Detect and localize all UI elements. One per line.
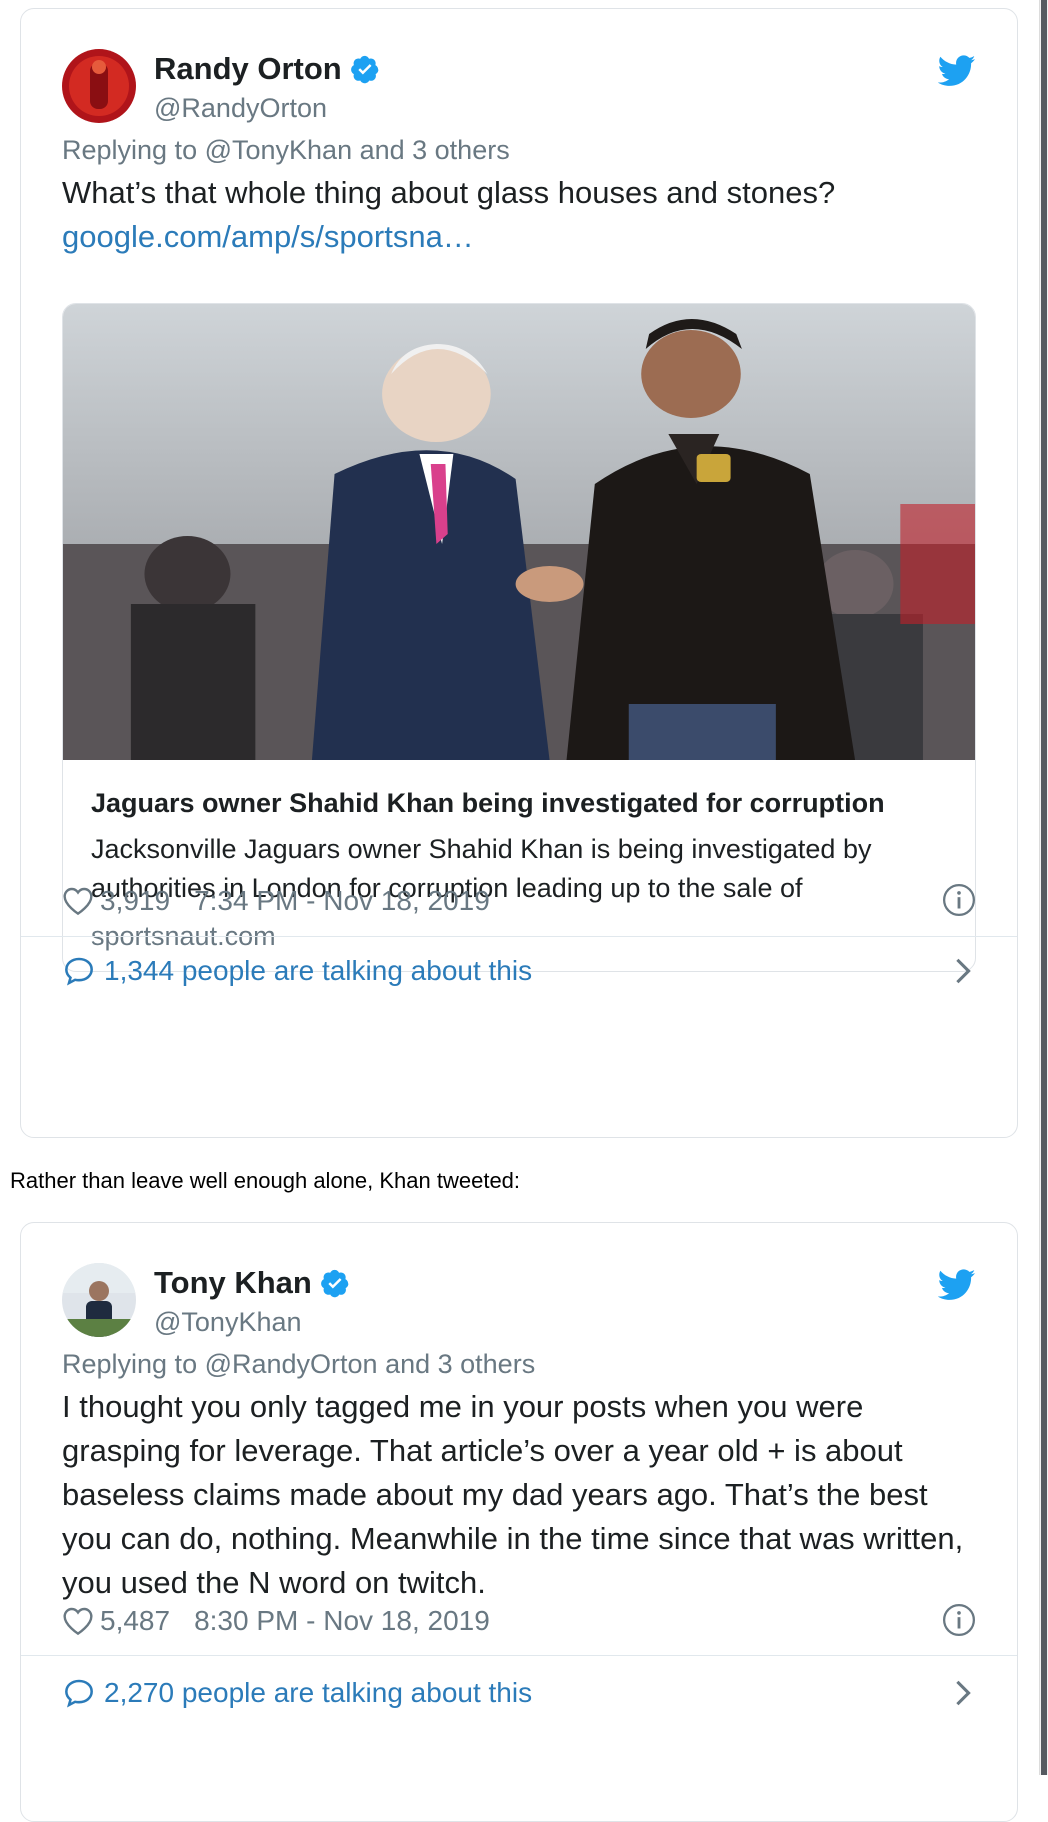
display-name[interactable]: Tony Khan	[154, 1265, 312, 1301]
heart-icon[interactable]	[62, 1606, 94, 1636]
like-count[interactable]: 5,487	[100, 1605, 170, 1637]
conversation-link[interactable]: 2,270 people are talking about this	[62, 1673, 976, 1713]
chevron-right-icon[interactable]	[954, 1679, 972, 1707]
divider	[21, 1655, 1017, 1656]
reply-prefix: Replying to	[62, 1349, 205, 1379]
scrollbar-thumb[interactable]	[1041, 0, 1047, 1775]
talking-count[interactable]: 1,344 people are talking about this	[104, 955, 532, 987]
info-icon[interactable]	[942, 1603, 976, 1637]
avatar[interactable]	[62, 49, 136, 123]
speech-bubble-icon	[65, 957, 93, 986]
author-block: Tony Khan @TonyKhan	[154, 1265, 350, 1338]
like-count[interactable]: 3,919	[100, 885, 170, 917]
reply-to-mention[interactable]: @RandyOrton	[205, 1349, 378, 1379]
handle[interactable]: @RandyOrton	[154, 93, 380, 124]
link-card[interactable]: Jaguars owner Shahid Khan being investig…	[62, 303, 976, 972]
chevron-right-icon[interactable]	[954, 957, 972, 985]
tweet-text: I thought you only tagged me in your pos…	[62, 1385, 976, 1605]
conversation-link[interactable]: 1,344 people are talking about this	[62, 951, 976, 991]
scrollbar-track[interactable]	[1039, 0, 1048, 1775]
author-block: Randy Orton @RandyOrton	[154, 51, 380, 124]
avatar[interactable]	[62, 1263, 136, 1337]
card-title[interactable]: Jaguars owner Shahid Khan being investig…	[91, 788, 947, 819]
tweet-body: What’s that whole thing about glass hous…	[62, 175, 836, 210]
tweet-meta: 5,487 8:30 PM - Nov 18, 2019	[62, 1601, 976, 1641]
reply-others[interactable]: and 3 others	[378, 1349, 535, 1379]
twitter-bird-icon[interactable]	[937, 55, 976, 87]
info-icon[interactable]	[942, 883, 976, 917]
tweet-header: Tony Khan @TonyKhan	[62, 1263, 976, 1343]
tweet-text: What’s that whole thing about glass hous…	[62, 171, 976, 259]
article-text: Rather than leave well enough alone, Kha…	[10, 1168, 521, 1193]
verified-badge-icon	[320, 1268, 350, 1298]
reply-context: Replying to @RandyOrton and 3 others	[62, 1349, 535, 1380]
twitter-bird-icon[interactable]	[937, 1269, 976, 1301]
reply-context: Replying to @TonyKhan and 3 others	[62, 135, 510, 166]
divider	[21, 936, 1017, 937]
reply-to-mention[interactable]: @TonyKhan	[205, 135, 353, 165]
verified-badge-icon	[350, 54, 380, 84]
heart-icon[interactable]	[62, 886, 94, 916]
reply-others[interactable]: and 3 others	[352, 135, 510, 165]
tweet-link[interactable]: google.com/amp/s/sportsna…	[62, 219, 474, 254]
reply-prefix: Replying to	[62, 135, 205, 165]
tweet-body: I thought you only tagged me in your pos…	[62, 1389, 964, 1600]
talking-count[interactable]: 2,270 people are talking about this	[104, 1677, 532, 1709]
timestamp[interactable]: 7:34 PM - Nov 18, 2019	[194, 885, 490, 917]
tweet-meta: 3,919 7:34 PM - Nov 18, 2019	[62, 881, 976, 921]
card-image[interactable]	[63, 304, 975, 760]
display-name[interactable]: Randy Orton	[154, 51, 342, 87]
speech-bubble-icon	[65, 1679, 93, 1708]
embedded-tweet-randy-orton[interactable]: Randy Orton @RandyOrton Replying to @Ton…	[20, 8, 1018, 1138]
embedded-tweet-tony-khan[interactable]: Tony Khan @TonyKhan Replying to @RandyOr…	[20, 1222, 1018, 1822]
handle[interactable]: @TonyKhan	[154, 1307, 350, 1338]
tweet-header: Randy Orton @RandyOrton	[62, 49, 976, 129]
timestamp[interactable]: 8:30 PM - Nov 18, 2019	[194, 1605, 490, 1637]
